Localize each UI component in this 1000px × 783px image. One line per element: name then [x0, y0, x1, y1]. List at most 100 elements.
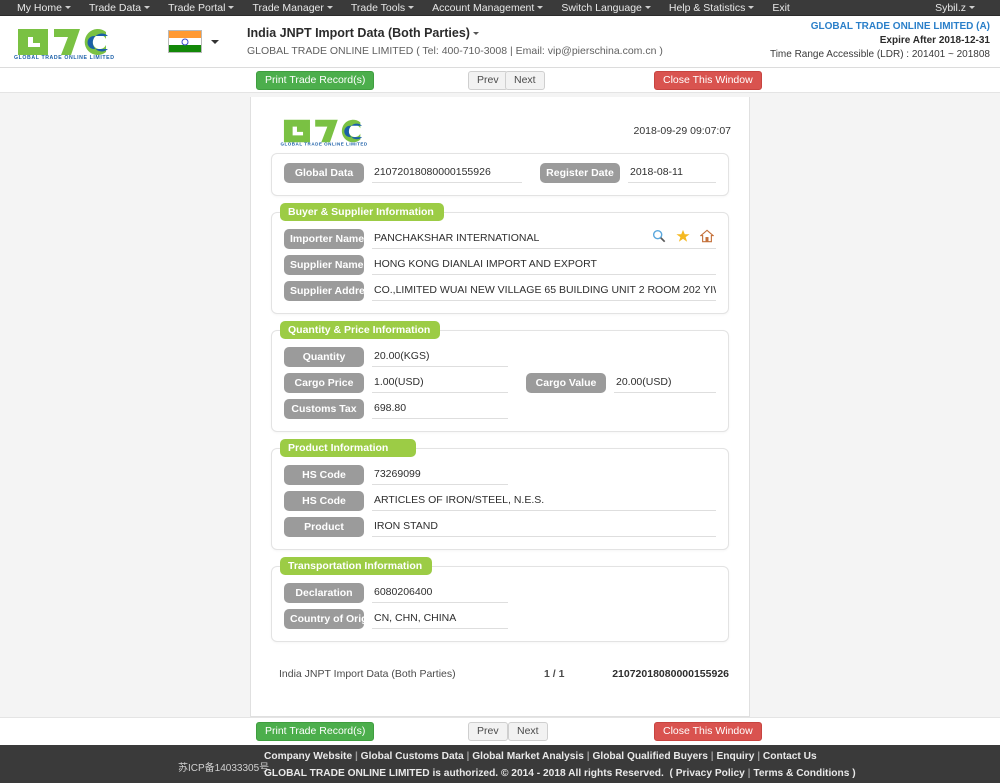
declaration-value[interactable]: 6080206400: [372, 583, 508, 603]
page-title-text: India JNPT Import Data (Both Parties): [247, 25, 470, 40]
product-row: Product IRON STAND: [284, 517, 716, 537]
chevron-down-icon: [537, 6, 544, 10]
quantity-price-card: Quantity & Price Information Quantity 20…: [271, 321, 729, 432]
hs-code-label: HS Code: [284, 465, 364, 485]
nav-item-help-statistics[interactable]: Help & Statistics: [660, 0, 763, 16]
supplier-address-row: Supplier Address CO.,LIMITED WUAI NEW VI…: [284, 281, 716, 301]
product-value[interactable]: IRON STAND: [372, 517, 716, 537]
nav-item-trade-tools[interactable]: Trade Tools: [342, 0, 423, 16]
summary-page-indicator: 1 / 1: [544, 668, 565, 680]
footer-separator: |: [463, 751, 473, 762]
buyer-supplier-section-title: Buyer & Supplier Information: [280, 203, 444, 221]
chevron-down-icon: [211, 39, 219, 44]
cargo-value-label: Cargo Value: [526, 373, 606, 393]
country-of-origin-value[interactable]: CN, CHN, CHINA: [372, 609, 508, 629]
page-header: GLOBAL TRADE ONLINE LIMITED India JNPT I…: [0, 16, 1000, 68]
country-flag-selector[interactable]: [168, 30, 219, 53]
quantity-value[interactable]: 20.00(KGS): [372, 347, 508, 367]
svg-text:GLOBAL TRADE ONLINE LIMITED: GLOBAL TRADE ONLINE LIMITED: [280, 142, 367, 147]
next-button-bottom[interactable]: Next: [508, 722, 548, 741]
chevron-down-icon: [326, 6, 333, 10]
footer-link-enquiry[interactable]: Enquiry: [716, 751, 754, 762]
chevron-down-icon: [64, 6, 71, 10]
nav-item-label: Trade Manager: [252, 1, 324, 14]
quantity-row: Quantity 20.00(KGS): [284, 347, 716, 367]
nav-item-label: My Home: [17, 1, 62, 14]
gto-logo-icon: GLOBAL TRADE ONLINE LIMITED: [280, 119, 367, 147]
footer-link-global-qualified-buyers[interactable]: Global Qualified Buyers: [592, 751, 708, 762]
global-data-value[interactable]: 21072018080000155926: [372, 163, 522, 183]
company-contact-line: GLOBAL TRADE ONLINE LIMITED ( Tel: 400-7…: [247, 44, 663, 57]
customs-tax-row: Customs Tax 698.80: [284, 399, 716, 419]
cargo-price-label: Cargo Price: [284, 373, 364, 393]
summary-record-id: 21072018080000155926: [612, 668, 729, 680]
chevron-down-icon: [144, 6, 151, 10]
hs-code-description-value[interactable]: ARTICLES OF IRON/STEEL, N.E.S.: [372, 491, 716, 511]
trade-record-sheet: GLOBAL TRADE ONLINE LIMITED 2018-09-29 0…: [250, 97, 750, 717]
declaration-label: Declaration: [284, 583, 364, 603]
top-navigation-bar: My Home Trade Data Trade Portal Trade Ma…: [0, 0, 1000, 16]
page-title[interactable]: India JNPT Import Data (Both Parties): [247, 25, 663, 41]
footer-separator: |: [352, 751, 361, 762]
bottom-toolbar: Print Trade Record(s) Prev Next Close Th…: [0, 717, 1000, 745]
chevron-down-icon: [472, 31, 479, 35]
nav-item-my-home[interactable]: My Home: [8, 0, 80, 16]
next-button[interactable]: Next: [505, 70, 545, 90]
print-trade-records-button[interactable]: Print Trade Record(s): [256, 70, 375, 90]
register-date-value[interactable]: 2018-08-11: [628, 163, 716, 183]
supplier-name-value[interactable]: HONG KONG DIANLAI IMPORT AND EXPORT: [372, 255, 716, 275]
footer-link-privacy-policy[interactable]: Privacy Policy: [676, 768, 745, 779]
supplier-address-value[interactable]: CO.,LIMITED WUAI NEW VILLAGE 65 BUILDING…: [372, 281, 716, 301]
footer-separator: |: [754, 751, 763, 762]
cargo-price-value[interactable]: 1.00(USD): [372, 373, 508, 393]
page-footer: 苏ICP备14033305号 Company Website | Global …: [0, 745, 1000, 783]
footer-link-company-website[interactable]: Company Website: [264, 751, 352, 762]
footer-link-terms-conditions[interactable]: Terms & Conditions: [753, 768, 849, 779]
star-icon[interactable]: [676, 229, 690, 246]
account-expiry: Expire After 2018-12-31: [879, 35, 990, 46]
nav-item-exit[interactable]: Exit: [763, 0, 799, 16]
country-of-origin-row: Country of Origin CN, CHN, CHINA: [284, 609, 716, 629]
importer-name-row: Importer Name PANCHAKSHAR INTERNATIONAL: [284, 229, 716, 249]
print-trade-records-button-bottom[interactable]: Print Trade Record(s): [256, 722, 375, 741]
top-toolbar: Print Trade Record(s) Prev Next Close Th…: [0, 68, 1000, 93]
cargo-value-value[interactable]: 20.00(USD): [614, 373, 716, 393]
nav-item-switch-language[interactable]: Switch Language: [552, 0, 660, 16]
page-title-block: India JNPT Import Data (Both Parties) GL…: [247, 25, 663, 59]
prev-button[interactable]: Prev: [468, 70, 508, 90]
hs-code-description-label: HS Code: [284, 491, 364, 511]
prev-button-bottom[interactable]: Prev: [468, 722, 508, 741]
summary-dataset-name: India JNPT Import Data (Both Parties): [279, 668, 456, 680]
supplier-name-row: Supplier Name HONG KONG DIANLAI IMPORT A…: [284, 255, 716, 275]
footer-link-global-customs-data[interactable]: Global Customs Data: [361, 751, 464, 762]
account-time-range: Time Range Accessible (LDR) : 201401 ~ 2…: [769, 49, 990, 60]
svg-text:GLOBAL TRADE ONLINE LIMITED: GLOBAL TRADE ONLINE LIMITED: [14, 55, 115, 61]
footer-link-contact-us[interactable]: Contact Us: [763, 751, 817, 762]
account-name: GLOBAL TRADE ONLINE LIMITED (A): [810, 21, 990, 32]
product-information-card: Product Information HS Code 73269099 HS …: [271, 439, 729, 550]
nav-item-trade-portal[interactable]: Trade Portal: [159, 0, 243, 16]
nav-item-trade-data[interactable]: Trade Data: [80, 0, 159, 16]
nav-item-label: Trade Data: [88, 1, 142, 14]
close-window-button[interactable]: Close This Window: [654, 70, 762, 90]
footer-links-row: Company Website | Global Customs Data | …: [264, 751, 817, 762]
nav-item-trade-manager[interactable]: Trade Manager: [243, 0, 341, 16]
brand-logo[interactable]: GLOBAL TRADE ONLINE LIMITED: [10, 23, 130, 61]
main-content-area: GLOBAL TRADE ONLINE LIMITED 2018-09-29 0…: [0, 93, 1000, 717]
nav-item-account-management[interactable]: Account Management: [423, 0, 552, 16]
product-label: Product: [284, 517, 364, 537]
user-name-label: Sybil.z: [935, 1, 966, 14]
supplier-address-label: Supplier Address: [284, 281, 364, 301]
nav-item-user-menu[interactable]: Sybil.z: [926, 0, 984, 16]
search-icon[interactable]: [652, 229, 666, 246]
sheet-header: GLOBAL TRADE ONLINE LIMITED 2018-09-29 0…: [251, 111, 749, 151]
chevron-down-icon: [408, 6, 415, 10]
quantity-price-section-title: Quantity & Price Information: [280, 321, 441, 339]
record-timestamp: 2018-09-29 09:07:07: [633, 125, 732, 137]
footer-link-global-market-analysis[interactable]: Global Market Analysis: [472, 751, 584, 762]
identity-row: Global Data 21072018080000155926 Registe…: [284, 163, 716, 183]
hs-code-value[interactable]: 73269099: [372, 465, 508, 485]
home-icon[interactable]: [699, 229, 715, 246]
close-window-button-bottom[interactable]: Close This Window: [654, 722, 762, 741]
customs-tax-value[interactable]: 698.80: [372, 399, 508, 419]
